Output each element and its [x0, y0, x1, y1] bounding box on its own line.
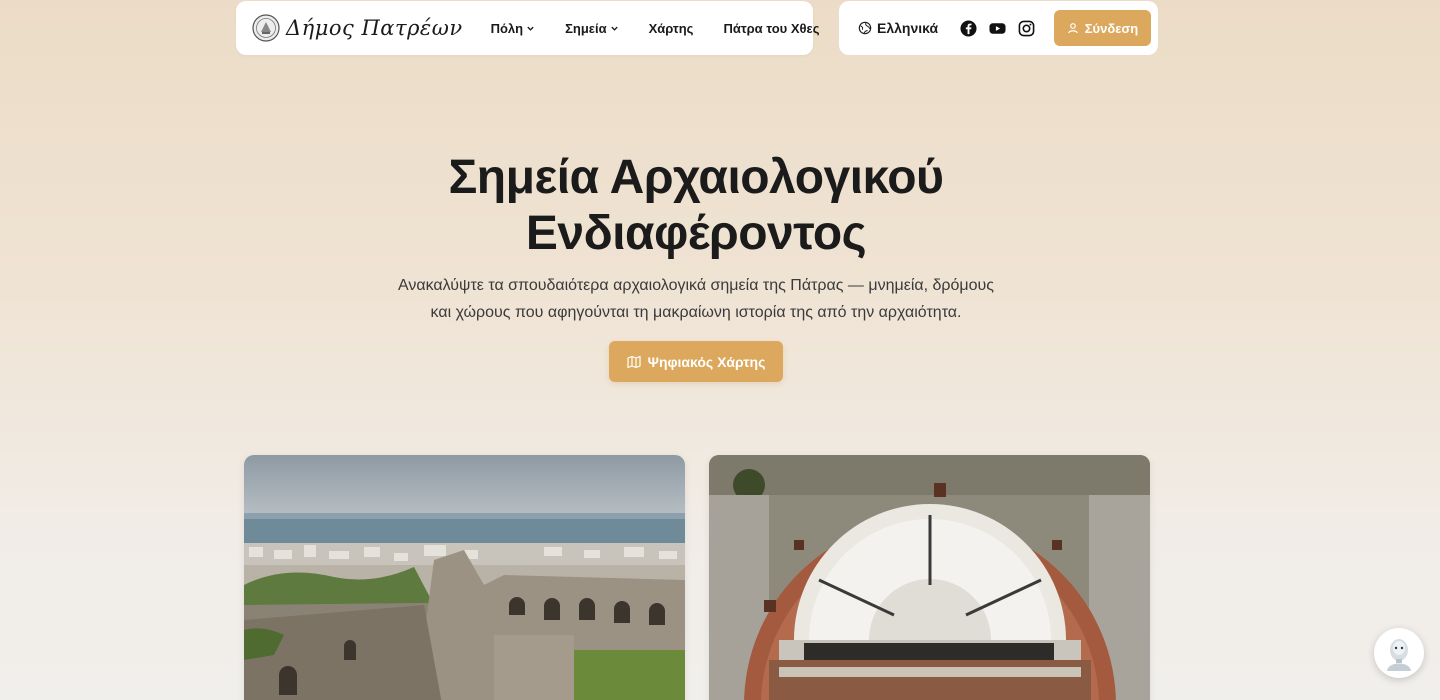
- page-subtitle-line-1: Ανακαλύψτε τα σπουδαιότερα αρχαιολογικά …: [397, 277, 995, 294]
- brand-logo[interactable]: Δήμος Πατρέων: [252, 14, 463, 42]
- chevron-down-icon: [610, 26, 618, 31]
- site-card-castle[interactable]: [244, 455, 685, 700]
- nav-item-label: Σημεία: [565, 20, 607, 36]
- page-title-line-2: Ενδιαφέροντος: [525, 207, 867, 260]
- map-icon: [627, 355, 641, 368]
- main-navigation: Δήμος Πατρέων Πόλη Σημεία Χάρτης Πάτρα τ…: [236, 1, 819, 55]
- page-subtitle: Ανακαλύψτε τα σπουδαιότερα αρχαιολογικά …: [390, 272, 1002, 326]
- language-selector[interactable]: Ελληνικά: [858, 20, 938, 36]
- nav-item-points[interactable]: Σημεία: [565, 21, 618, 36]
- castle-photo: [244, 455, 685, 700]
- page-title-line-1: Σημεία Αρχαιολογικού: [448, 151, 944, 204]
- youtube-icon[interactable]: [989, 20, 1006, 37]
- nav-item-label: Πάτρα του Χθες: [723, 20, 820, 36]
- user-icon: [1067, 23, 1078, 34]
- nav-item-city[interactable]: Πόλη: [491, 21, 536, 36]
- robot-assistant-icon: [1387, 639, 1411, 671]
- brand-name: Δήμος Πατρέων: [286, 16, 463, 40]
- digital-map-button[interactable]: Ψηφιακός Χάρτης: [609, 341, 783, 382]
- login-label: Σύνδεση: [1084, 20, 1139, 36]
- chevron-down-icon: [527, 26, 534, 31]
- instagram-icon[interactable]: [1018, 20, 1035, 37]
- language-label: Ελληνικά: [877, 20, 939, 36]
- odeon-photo: [709, 455, 1150, 700]
- facebook-icon[interactable]: [960, 19, 977, 37]
- nav-item-patras-yesterday[interactable]: Πάτρα του Χθες: [723, 21, 819, 36]
- chat-assistant-button[interactable]: [1374, 628, 1424, 678]
- login-button[interactable]: Σύνδεση: [1054, 10, 1151, 46]
- municipal-seal-icon: [252, 14, 280, 42]
- nav-item-label: Πόλη: [490, 20, 524, 36]
- digital-map-label: Ψηφιακός Χάρτης: [647, 353, 766, 370]
- nav-item-label: Χάρτης: [648, 20, 694, 36]
- header-actions: Ελληνικά Σύνδεση: [839, 1, 1158, 55]
- globe-icon: [858, 21, 872, 35]
- nav-item-map[interactable]: Χάρτης: [649, 21, 694, 36]
- page-title: Σημεία Αρχαιολογικού Ενδιαφέροντος: [370, 150, 1022, 262]
- site-card-odeon[interactable]: [709, 455, 1150, 700]
- page-subtitle-line-2: και χώρους που αφηγούνται τη μακραίωνη ι…: [430, 304, 962, 321]
